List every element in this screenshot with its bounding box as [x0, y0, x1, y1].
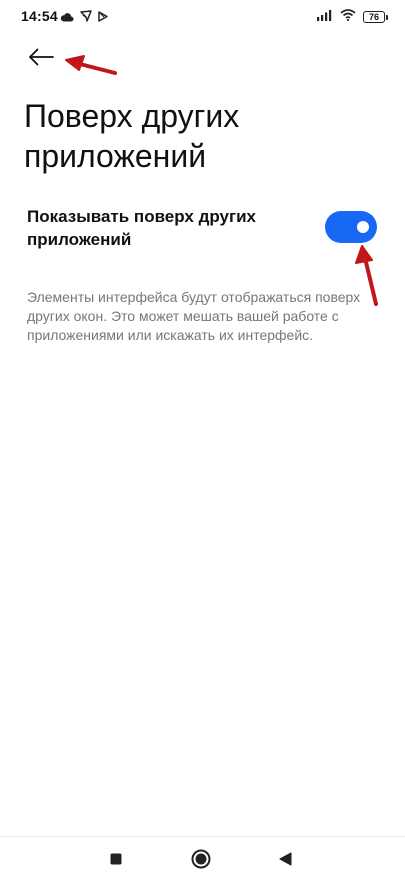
arrow-left-icon [28, 48, 54, 71]
cellular-signal-icon [317, 8, 333, 26]
cloud-icon [60, 9, 74, 27]
play-store-icon [98, 9, 108, 27]
annotation-arrow-back [65, 55, 117, 75]
back-triangle-icon [279, 852, 292, 871]
overlay-permission-setting[interactable]: Показывать поверх других приложений [27, 203, 382, 263]
nav-back-button[interactable] [275, 851, 295, 871]
status-bar: 14:54 76 [0, 0, 405, 34]
recents-button[interactable] [106, 851, 126, 871]
home-button[interactable] [191, 849, 211, 874]
status-system-icons: 76 [317, 8, 388, 26]
overlay-permission-toggle[interactable] [325, 211, 377, 243]
status-notification-icons [60, 9, 108, 27]
battery-icon: 76 [363, 11, 388, 23]
toggle-knob [357, 221, 369, 233]
back-button[interactable] [24, 42, 58, 76]
page-title: Поверх других приложений [24, 98, 240, 174]
setting-label: Показывать поверх других приложений [27, 207, 256, 249]
recents-square-icon [110, 852, 122, 870]
status-time: 14:54 [21, 8, 58, 24]
home-circle-icon [191, 849, 211, 874]
wifi-icon [340, 8, 356, 26]
setting-description: Элементы интерфейса будут отображаться п… [27, 289, 361, 343]
signal-app-icon [80, 9, 92, 27]
system-nav-bar [0, 836, 405, 883]
